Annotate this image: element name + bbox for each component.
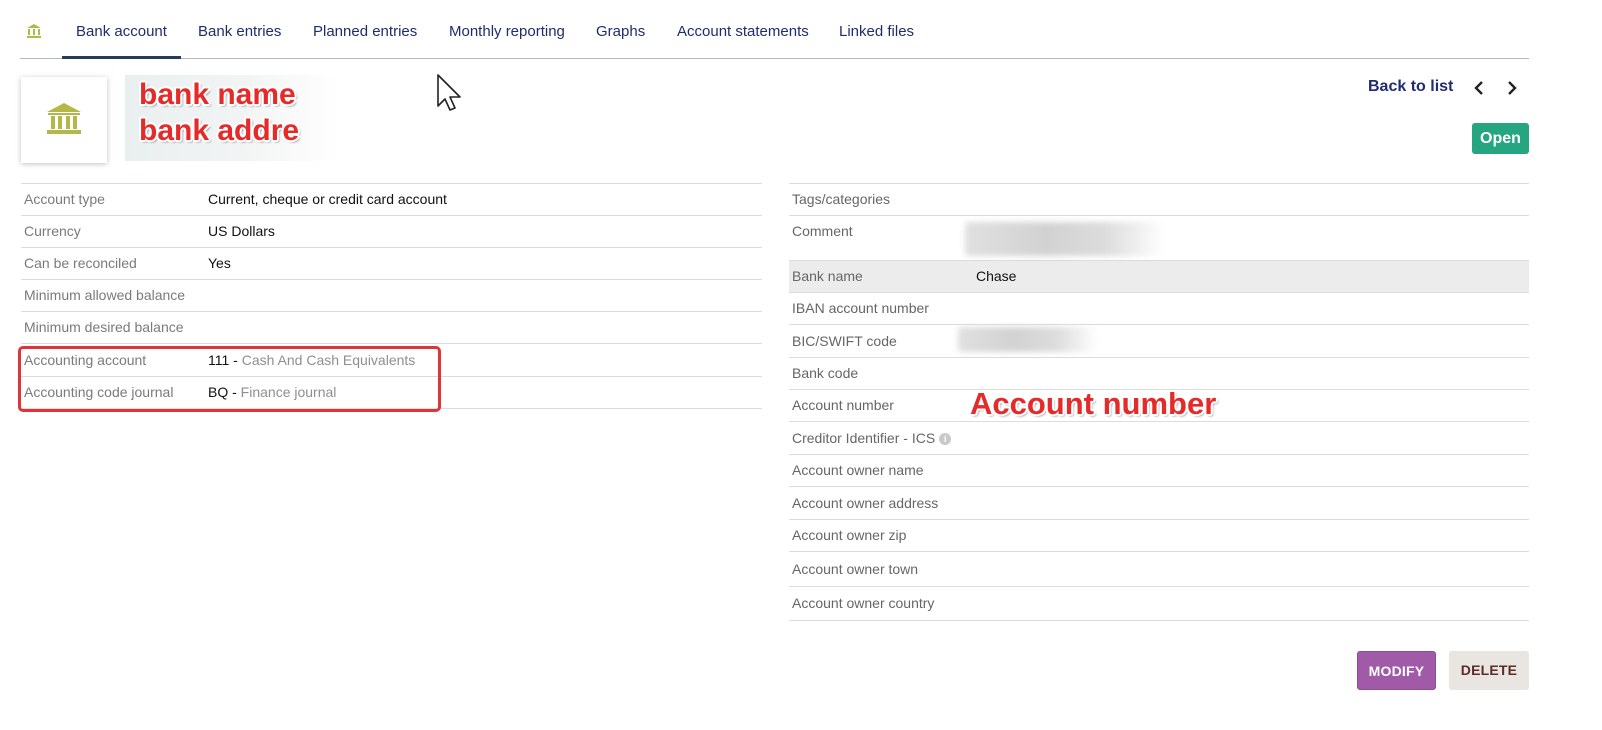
field-label: Account owner zip	[792, 527, 907, 543]
chevron-left-icon[interactable]	[1472, 80, 1486, 99]
modify-button[interactable]: MODIFY	[1357, 651, 1436, 690]
field-value: Yes	[208, 255, 231, 271]
field-label: Currency	[24, 223, 81, 239]
field-row: Account owner address	[789, 488, 1529, 520]
field-row: Minimum desired balance	[21, 312, 762, 344]
chevron-right-icon[interactable]	[1505, 80, 1519, 99]
field-row: Account type Current, cheque or credit c…	[21, 184, 762, 216]
field-row: Account owner zip	[789, 520, 1529, 552]
field-row: Tags/categories	[789, 184, 1529, 216]
field-row: IBAN account number	[789, 293, 1529, 325]
tab-bank-account[interactable]: Bank account	[62, 0, 181, 59]
field-value: Current, cheque or credit card account	[208, 191, 447, 207]
field-row: Account owner town	[789, 553, 1529, 587]
bank-logo	[21, 77, 107, 163]
field-label: Minimum allowed balance	[24, 287, 186, 303]
field-label: Minimum desired balance	[24, 319, 184, 335]
tab-account-statements[interactable]: Account statements	[677, 0, 809, 59]
field-label: Bank name	[792, 268, 863, 284]
status-badge: Open	[1472, 123, 1529, 154]
tab-graphs[interactable]: Graphs	[596, 0, 645, 59]
annotation-bank-address: bank addre	[139, 114, 300, 147]
field-label: Account owner town	[792, 561, 919, 577]
bank-icon[interactable]	[26, 23, 42, 39]
delete-button[interactable]: DELETE	[1449, 651, 1529, 690]
redacted-bic	[958, 327, 1098, 352]
field-label: Account owner address	[792, 495, 939, 511]
account-details-table: Account type Current, cheque or credit c…	[21, 183, 762, 409]
field-row: Can be reconciled Yes	[21, 248, 762, 280]
tab-linked-files[interactable]: Linked files	[839, 0, 914, 59]
field-row: Account owner name	[789, 455, 1529, 487]
field-label: Account owner country	[792, 595, 935, 611]
field-value: US Dollars	[208, 223, 275, 239]
field-label: Account owner name	[792, 462, 924, 478]
field-label: Account number	[792, 397, 894, 413]
field-row: Minimum allowed balance	[21, 280, 762, 312]
mouse-cursor-icon	[436, 73, 462, 116]
field-value: Chase	[976, 268, 1017, 284]
field-label: Bank code	[792, 365, 859, 381]
field-label: BIC/SWIFT code	[792, 333, 897, 349]
field-label: Can be reconciled	[24, 255, 137, 271]
field-label: Account type	[24, 191, 105, 207]
field-row: Account owner country	[789, 587, 1529, 621]
field-row: Creditor Identifier - ICS i	[789, 423, 1529, 455]
field-row: Bank name Chase	[789, 261, 1529, 293]
redacted-comment	[965, 222, 1165, 256]
annotation-bank-name: bank name	[139, 78, 296, 111]
annotation-account-number: Account number	[970, 386, 1217, 421]
field-label: Creditor Identifier - ICS i	[792, 430, 952, 446]
tab-bar: Bank account Bank entries Planned entrie…	[20, 0, 1529, 59]
bank-icon	[47, 103, 81, 134]
tab-monthly-reporting[interactable]: Monthly reporting	[449, 0, 565, 59]
field-row: Currency US Dollars	[21, 216, 762, 248]
info-icon[interactable]: i	[939, 433, 952, 446]
back-to-list-link[interactable]: Back to list	[1368, 78, 1453, 96]
field-label: Comment	[792, 223, 853, 239]
field-label: Tags/categories	[792, 191, 891, 207]
field-row: BIC/SWIFT code	[789, 326, 1529, 358]
tab-planned-entries[interactable]: Planned entries	[313, 0, 417, 59]
annotation-highlight-box	[18, 346, 441, 412]
bank-details-table: Tags/categories Comment Bank name Chase …	[789, 183, 1529, 621]
tab-bank-entries[interactable]: Bank entries	[198, 0, 281, 59]
field-label: IBAN account number	[792, 300, 929, 316]
